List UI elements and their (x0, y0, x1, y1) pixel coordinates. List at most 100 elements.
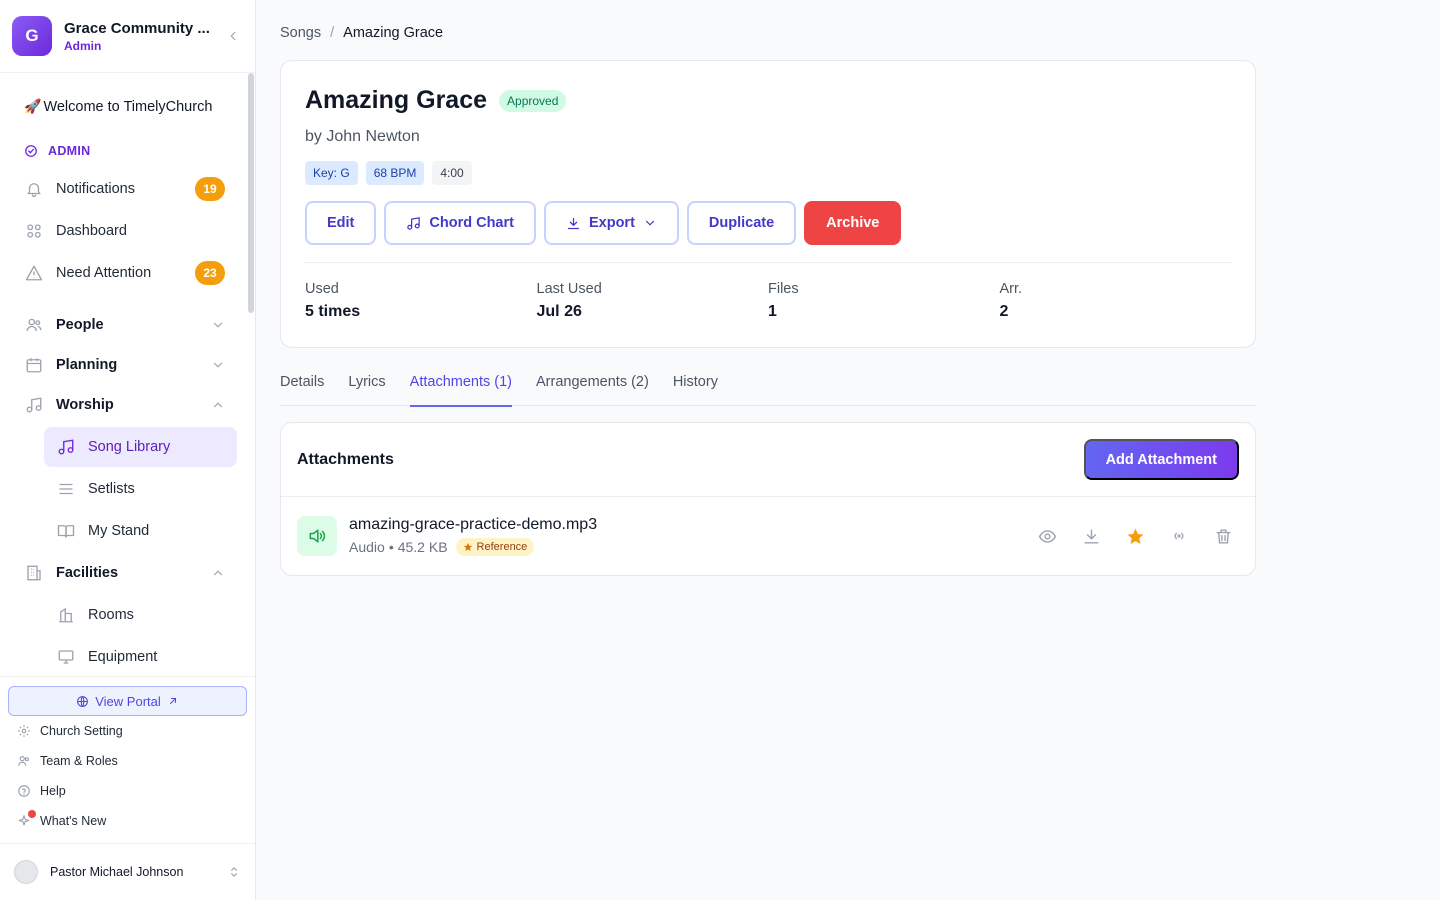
star-icon (1127, 528, 1143, 544)
attachments-card: Attachments Add Attachment amazing-grace… (280, 422, 1256, 576)
broadcast-icon (1174, 532, 1184, 540)
delete-button[interactable] (1207, 520, 1239, 552)
tab-lyrics[interactable]: Lyrics (348, 364, 385, 406)
attachments-title: Attachments (297, 450, 394, 468)
eye-icon (1038, 529, 1056, 543)
sidebar-scrollbar[interactable] (248, 73, 254, 313)
sidebar-item-equipment[interactable]: Equipment (44, 637, 237, 676)
key-chip: Key: G (305, 161, 358, 185)
duration-chip: 4:00 (432, 161, 472, 185)
meta-bullet: • (388, 539, 394, 555)
building-icon (24, 563, 44, 583)
admin-section-label: ADMIN (24, 144, 90, 158)
main-content: Songs / Amazing Grace Amazing Grace Appr… (256, 0, 1440, 900)
users-icon (16, 753, 32, 769)
chevron-down-icon (645, 220, 654, 226)
tab-arrangements[interactable]: Arrangements (2) (536, 364, 649, 406)
view-portal-button[interactable]: View Portal (8, 686, 247, 716)
sidebar-group-facilities[interactable]: Facilities (24, 553, 225, 593)
check-circle-icon (25, 145, 37, 157)
user-menu[interactable]: Pastor Michael Johnson (0, 843, 255, 900)
chevron-up-icon (213, 402, 223, 408)
divider (305, 262, 1231, 263)
org-avatar: G (12, 16, 52, 56)
users-icon (24, 315, 44, 335)
gear-icon (16, 723, 32, 739)
archive-button[interactable]: Archive (804, 201, 902, 245)
sidebar-group-worship[interactable]: Worship (24, 385, 225, 425)
sidebar-item-song-library[interactable]: Song Library (44, 427, 237, 467)
sidebar-item-dashboard[interactable]: Dashboard (24, 211, 225, 251)
tab-details[interactable]: Details (280, 364, 324, 406)
edit-button[interactable]: Edit (305, 201, 377, 245)
sidebar-group-people[interactable]: People (24, 305, 225, 345)
sidebar-group-planning[interactable]: Planning (24, 345, 225, 385)
preview-button[interactable] (1031, 520, 1063, 552)
collapse-sidebar-button[interactable] (223, 26, 243, 46)
mark-reference-button[interactable] (1119, 520, 1151, 552)
building-icon (56, 605, 76, 625)
sidebar: G Grace Community ... Admin 🚀 Welcome to… (0, 0, 256, 900)
team-roles-link[interactable]: Team & Roles (16, 750, 118, 772)
chevron-down-icon (213, 322, 223, 328)
help-circle-icon (16, 783, 32, 799)
breadcrumb-separator: / (330, 25, 335, 41)
welcome-link[interactable]: 🚀 Welcome to TimelyChurch (24, 98, 212, 115)
song-tabs: Details Lyrics Attachments (1) Arrangeme… (280, 364, 1256, 407)
page-title: Amazing Grace (305, 86, 488, 114)
broadcast-button[interactable] (1163, 520, 1195, 552)
sidebar-bottom: View Portal Church Setting Team & Roles … (0, 676, 255, 828)
duplicate-button[interactable]: Duplicate (686, 201, 797, 245)
globe-icon (77, 695, 89, 707)
download-button[interactable] (1075, 520, 1107, 552)
sparkles-icon (16, 810, 36, 829)
file-type: Audio (349, 539, 385, 555)
whats-new-link[interactable]: What's New (16, 810, 106, 832)
grid-icon (24, 221, 44, 241)
download-icon (567, 217, 580, 229)
rocket-icon: 🚀 (24, 98, 42, 114)
file-size: 45.2 KB (397, 539, 448, 555)
sidebar-item-setlists[interactable]: Setlists (44, 469, 237, 509)
status-badge: Approved (499, 89, 567, 112)
org-role: Admin (64, 38, 102, 53)
bpm-chip: 68 BPM (365, 161, 425, 185)
music-note-icon (24, 395, 44, 415)
org-name: Grace Community ... (64, 19, 210, 37)
help-link[interactable]: Help (16, 780, 66, 802)
chevron-down-icon (213, 362, 223, 368)
song-header-card: Amazing Grace Approved by John Newton Ke… (280, 60, 1256, 348)
external-link-icon (169, 698, 176, 704)
welcome-label: Welcome to TimelyChurch (43, 98, 213, 115)
chord-chart-button[interactable]: Chord Chart (384, 201, 536, 245)
download-icon (1083, 528, 1099, 544)
star-icon (463, 542, 472, 551)
sidebar-item-notifications[interactable]: Notifications 19 (24, 169, 225, 209)
music-note-icon (56, 437, 76, 457)
monitor-icon (56, 647, 76, 667)
tab-history[interactable]: History (673, 364, 718, 406)
stat-last-used: Last Used Jul 26 (536, 281, 602, 320)
chevron-left-icon (230, 31, 236, 41)
song-stats: Used 5 times Last Used Jul 26 Files 1 Ar… (305, 281, 1231, 321)
stat-used: Used 5 times (305, 281, 361, 320)
breadcrumb-songs-link[interactable]: Songs (280, 25, 321, 41)
warning-icon (24, 263, 44, 283)
sidebar-item-rooms[interactable]: Rooms (44, 595, 237, 635)
church-setting-link[interactable]: Church Setting (16, 720, 123, 742)
file-name[interactable]: amazing-grace-practice-demo.mp3 (349, 516, 1019, 534)
sidebar-item-my-stand[interactable]: My Stand (44, 511, 237, 551)
export-button[interactable]: Export (543, 201, 679, 245)
notifications-count-badge: 19 (195, 177, 225, 201)
avatar (14, 860, 38, 884)
song-author: by John Newton (305, 128, 420, 145)
book-open-icon (56, 521, 76, 541)
chevron-up-icon (213, 570, 223, 576)
new-indicator-dot (28, 810, 36, 818)
song-meta-chips: Key: G 68 BPM 4:00 (305, 161, 480, 185)
sidebar-nav: 🚀 Welcome to TimelyChurch ADMIN Notifica… (0, 73, 255, 676)
sidebar-item-need-attention[interactable]: Need Attention 23 (24, 253, 225, 293)
org-switcher[interactable]: G Grace Community ... Admin (0, 0, 255, 73)
tab-attachments[interactable]: Attachments (1) (409, 364, 513, 407)
add-attachment-button[interactable]: Add Attachment (1083, 439, 1239, 480)
